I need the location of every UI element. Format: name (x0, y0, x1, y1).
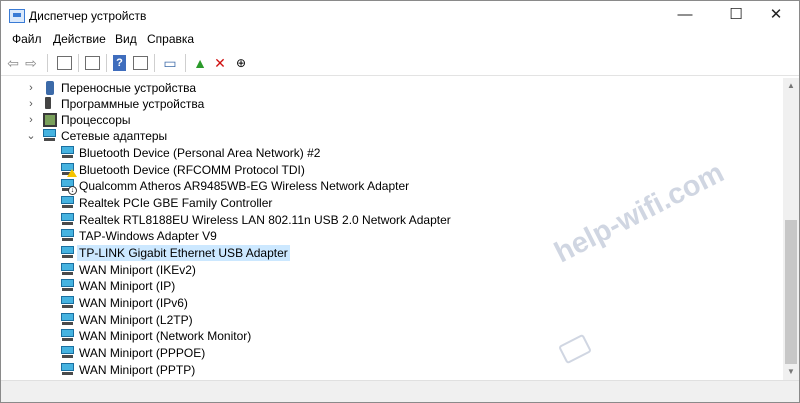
show-hidden-icon[interactable] (85, 56, 100, 70)
tree-item-label: Realtek PCIe GBE Family Controller (79, 196, 273, 210)
device-manager-icon (9, 9, 25, 23)
processor-icon (43, 113, 57, 127)
expand-chevron-icon[interactable]: › (25, 112, 37, 128)
network-adapter-icon (61, 313, 75, 325)
tree-item-label: Сетевые адаптеры (61, 129, 168, 143)
forward-icon[interactable]: ⇨ (23, 55, 39, 71)
network-adapter-icon (61, 246, 75, 258)
tree-item-label: WAN Miniport (IPv6) (79, 296, 188, 310)
menu-help[interactable]: Справка (147, 32, 194, 46)
device-tree: › Переносные устройства › Программные ус… (1, 78, 783, 380)
scroll-up-icon[interactable]: ▲ (783, 78, 799, 94)
toolbar-separator (185, 54, 186, 72)
tree-item-label: Программные устройства (61, 97, 205, 111)
status-bar (1, 380, 799, 402)
monitor-scan-icon[interactable]: ▭ (162, 55, 178, 71)
help-icon[interactable]: ? (113, 55, 126, 71)
back-icon[interactable]: ⇦ (5, 55, 21, 71)
properties-icon[interactable] (57, 56, 72, 70)
network-adapter-icon (43, 129, 57, 141)
view-icon[interactable] (133, 56, 148, 70)
tree-item-device-selected[interactable]: TP-LINK Gigabit Ethernet USB Adapter (1, 245, 783, 261)
network-adapter-icon (61, 263, 75, 275)
tree-item-device[interactable]: Bluetooth Device (Personal Area Network)… (1, 145, 783, 161)
uninstall-icon[interactable]: ✕ (212, 55, 228, 71)
tree-item-label: WAN Miniport (PPTP) (79, 363, 196, 377)
tree-item-label: WAN Miniport (Network Monitor) (79, 329, 252, 343)
update-driver-icon[interactable]: ▲ (192, 55, 208, 71)
tree-item-label: WAN Miniport (PPPOE) (79, 346, 206, 360)
tree-item-device[interactable]: WAN Miniport (IKEv2) (1, 262, 783, 278)
tree-item-label: Qualcomm Atheros AR9485WB-EG Wireless Ne… (79, 179, 410, 193)
tree-item-processors[interactable]: › Процессоры (1, 112, 783, 128)
tree-item-device[interactable]: WAN Miniport (PPTP) (1, 362, 783, 378)
tree-item-device[interactable]: WAN Miniport (IPv6) (1, 295, 783, 311)
tree-item-portable-devices[interactable]: › Переносные устройства (1, 80, 783, 96)
network-adapter-icon (61, 363, 75, 375)
tree-item-label: WAN Miniport (IKEv2) (79, 263, 196, 277)
expand-chevron-icon[interactable]: › (25, 80, 37, 96)
tree-item-network-adapters[interactable]: ⌄ Сетевые адаптеры (1, 128, 783, 144)
close-button[interactable]: ✕ (753, 1, 799, 31)
portable-device-icon (46, 81, 54, 95)
download-icon[interactable]: ⊕ (233, 55, 249, 71)
network-adapter-icon (61, 296, 75, 308)
menu-view[interactable]: Вид (115, 32, 137, 46)
tree-item-label: Процессоры (61, 113, 131, 127)
tree-item-label: Bluetooth Device (Personal Area Network)… (79, 146, 321, 160)
tree-item-label: WAN Miniport (L2TP) (79, 313, 193, 327)
tree-item-device[interactable]: WAN Miniport (PPPOE) (1, 345, 783, 361)
expand-chevron-icon[interactable]: › (25, 96, 37, 112)
network-adapter-icon (61, 329, 75, 341)
tree-item-label: Realtek RTL8188EU Wireless LAN 802.11n U… (79, 213, 451, 227)
minimize-button[interactable]: — (662, 1, 708, 31)
device-manager-window: Диспетчер устройств — ☐ ✕ Файл Действие … (0, 0, 800, 403)
network-adapter-icon (61, 213, 75, 225)
tree-item-label: TP-LINK Gigabit Ethernet USB Adapter (77, 245, 290, 261)
toolbar-separator (47, 54, 48, 72)
tree-item-label: TAP-Windows Adapter V9 (79, 229, 217, 243)
network-adapter-icon (61, 279, 75, 291)
tree-item-label: Bluetooth Device (RFCOMM Protocol TDI) (79, 163, 305, 177)
toolbar-separator (106, 54, 107, 72)
tree-item-label: Переносные устройства (61, 81, 197, 95)
scrollbar-thumb[interactable] (785, 220, 797, 364)
tree-item-device[interactable]: Bluetooth Device (RFCOMM Protocol TDI) (1, 162, 783, 178)
window-title: Диспетчер устройств (29, 9, 147, 23)
toolbar-separator (154, 54, 155, 72)
tree-item-device[interactable]: WAN Miniport (Network Monitor) (1, 328, 783, 344)
tree-item-device[interactable]: TAP-Windows Adapter V9 (1, 228, 783, 244)
title-bar[interactable]: Диспетчер устройств — ☐ ✕ (1, 1, 799, 31)
toolbar-separator (78, 54, 79, 72)
network-adapter-icon (61, 196, 75, 208)
scroll-down-icon[interactable]: ▼ (783, 364, 799, 380)
vertical-scrollbar[interactable]: ▲ ▼ (783, 78, 799, 380)
menu-action[interactable]: Действие (53, 32, 106, 46)
collapse-chevron-icon[interactable]: ⌄ (25, 128, 37, 144)
software-device-icon (45, 97, 51, 109)
network-adapter-icon (61, 146, 75, 158)
network-adapter-disabled-icon: ↓ (61, 179, 77, 195)
network-adapter-icon (61, 229, 75, 241)
tree-item-device[interactable]: WAN Miniport (L2TP) (1, 312, 783, 328)
network-adapter-warning-icon (61, 163, 77, 177)
toolbar: ⇦ ⇨ ? ▭ ▲ ✕ ⊕ (1, 51, 799, 76)
tree-item-device[interactable]: WAN Miniport (IP) (1, 278, 783, 294)
tree-item-label: WAN Miniport (IP) (79, 279, 176, 293)
menu-bar: Файл Действие Вид Справка (1, 31, 799, 49)
network-adapter-icon (61, 346, 75, 358)
menu-file[interactable]: Файл (12, 32, 42, 46)
tree-item-software-devices[interactable]: › Программные устройства (1, 96, 783, 112)
